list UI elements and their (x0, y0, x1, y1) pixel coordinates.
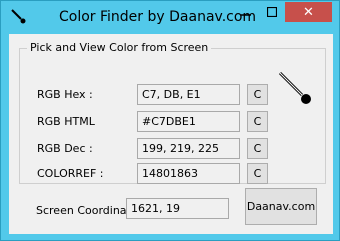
window-title: Color Finder by Daanav.com (59, 9, 257, 25)
rgb-hex-field[interactable]: C7, DB, E1 (137, 84, 240, 105)
minimize-icon (241, 14, 251, 16)
client-area: Pick and View Color from Screen RGB Hex … (9, 34, 333, 234)
copy-rgb-dec-button[interactable]: C (247, 138, 268, 159)
rgb-dec-label: RGB Dec : (37, 142, 93, 155)
rgb-dec-row: RGB Dec : 199, 219, 225 C (20, 138, 327, 160)
copy-rgb-html-button[interactable]: C (247, 111, 268, 132)
colorref-row: COLORREF : 14801863 C (20, 163, 327, 185)
copy-rgb-hex-button[interactable]: C (247, 84, 268, 105)
maximize-button[interactable] (259, 2, 285, 22)
close-button[interactable]: ✕ (285, 2, 332, 22)
rgb-dec-field[interactable]: 199, 219, 225 (137, 138, 240, 159)
color-groupbox: Pick and View Color from Screen RGB Hex … (19, 41, 327, 185)
rgb-html-row: RGB HTML #C7DBE1 C (20, 111, 327, 133)
rgb-html-label: RGB HTML (37, 115, 95, 128)
eyedropper-icon (11, 9, 26, 24)
maximize-icon (267, 7, 277, 17)
app-window: Color Finder by Daanav.com ✕ Pick and Vi… (0, 0, 340, 241)
minimize-button[interactable] (233, 2, 259, 22)
group-title: Pick and View Color from Screen (27, 41, 212, 54)
title-bar[interactable]: Color Finder by Daanav.com ✕ (1, 1, 340, 34)
colorref-label: COLORREF : (37, 167, 104, 180)
screen-coordinates-field[interactable]: 1621, 19 (126, 198, 229, 219)
close-icon: ✕ (303, 4, 314, 20)
rgb-hex-row: RGB Hex : C7, DB, E1 C (20, 84, 327, 106)
rgb-hex-label: RGB Hex : (37, 88, 93, 101)
copy-colorref-button[interactable]: C (247, 163, 268, 184)
rgb-html-field[interactable]: #C7DBE1 (137, 111, 240, 132)
daanav-link-button[interactable]: Daanav.com (245, 188, 317, 225)
colorref-field[interactable]: 14801863 (137, 163, 240, 184)
